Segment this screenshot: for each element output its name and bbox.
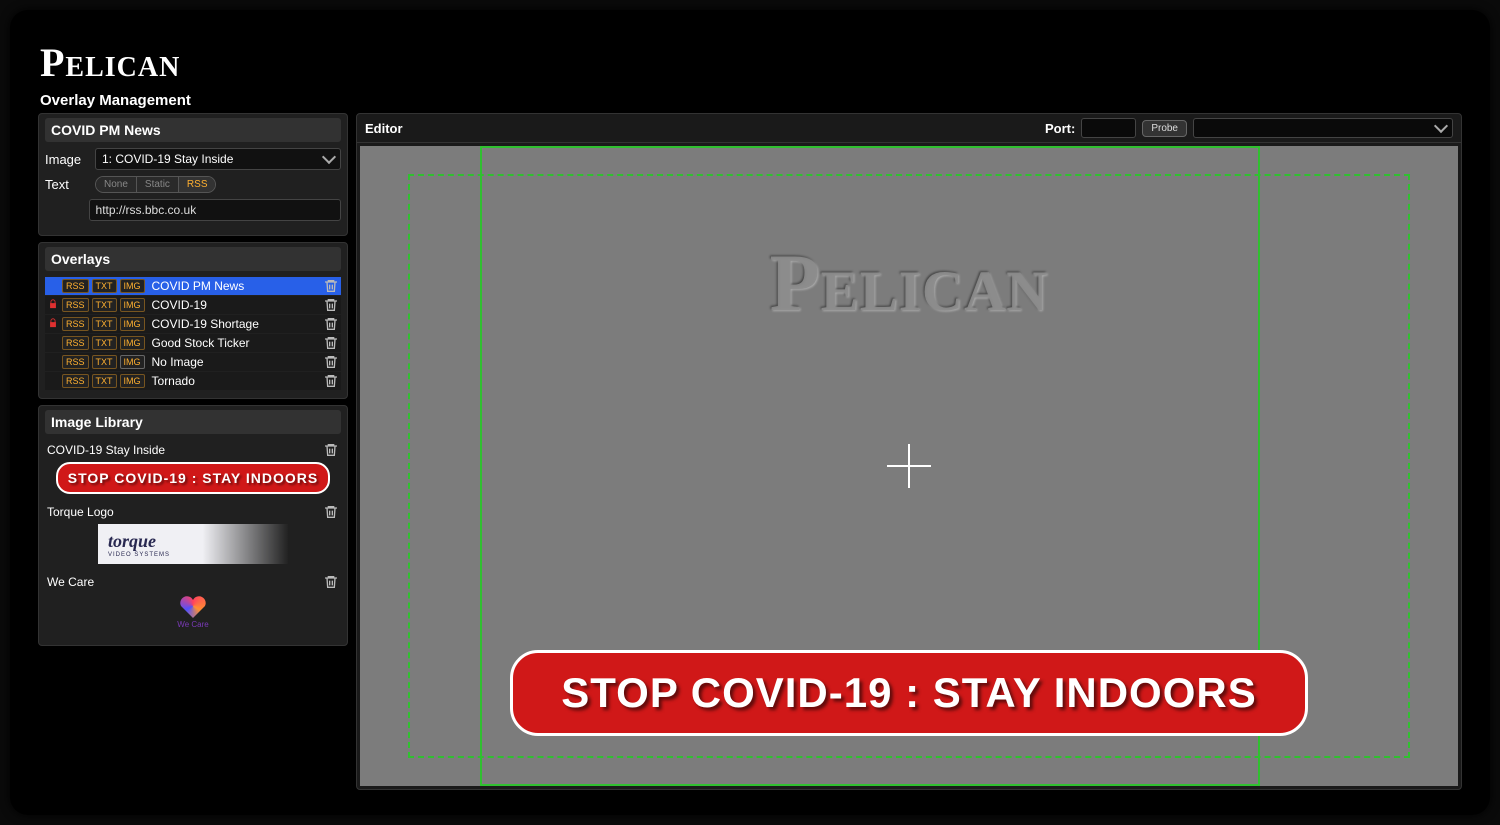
monitor-frame: Pelican Overlay Management COVID PM News… xyxy=(10,10,1490,815)
rss-tag: RSS xyxy=(62,374,89,388)
overlay-row[interactable]: RSSTXTIMG COVID PM News xyxy=(45,277,341,295)
canvas-overlay-banner[interactable]: STOP COVID-19 : STAY INDOORS xyxy=(510,650,1308,736)
app-logo: Pelican xyxy=(38,35,1462,88)
crosshair-icon xyxy=(887,444,931,488)
img-tag: IMG xyxy=(120,279,145,293)
txt-tag: TXT xyxy=(92,336,117,350)
img-tag: IMG xyxy=(120,355,145,369)
overlay-name: Tornado xyxy=(152,374,320,388)
text-mode-segmented: None Static RSS xyxy=(95,176,216,193)
overlay-name: COVID PM News xyxy=(152,279,320,293)
txt-tag: TXT xyxy=(92,298,117,312)
trash-icon[interactable] xyxy=(323,297,339,313)
probe-select[interactable] xyxy=(1193,118,1453,138)
port-label: Port: xyxy=(1045,121,1075,136)
image-library-title: Image Library xyxy=(45,410,341,434)
page-title: Overlay Management xyxy=(38,88,1462,113)
text-mode-none[interactable]: None xyxy=(96,177,137,192)
library-item-name: We Care xyxy=(47,575,94,589)
library-item[interactable]: Torque Logo torqueVIDEO SYSTEMS xyxy=(45,502,341,564)
rss-tag: RSS xyxy=(62,336,89,350)
overlays-panel-title: Overlays xyxy=(45,247,341,271)
txt-tag: TXT xyxy=(92,317,117,331)
library-item-name: COVID-19 Stay Inside xyxy=(47,443,165,457)
txt-tag: TXT xyxy=(92,279,117,293)
trash-icon[interactable] xyxy=(323,373,339,389)
txt-tag: TXT xyxy=(92,374,117,388)
overlay-name: COVID-19 xyxy=(152,298,320,312)
rss-tag: RSS xyxy=(62,279,89,293)
txt-tag: TXT xyxy=(92,355,117,369)
lock-icon xyxy=(47,318,59,331)
trash-icon[interactable] xyxy=(323,574,339,590)
overlay-row[interactable]: RSSTXTIMG COVID-19 Shortage xyxy=(45,315,341,333)
overlay-name: COVID-19 Shortage xyxy=(152,317,320,331)
left-sidebar: COVID PM News Image 1: COVID-19 Stay Ins… xyxy=(38,113,348,790)
trash-icon[interactable] xyxy=(323,442,339,458)
img-tag: IMG xyxy=(120,374,145,388)
trash-icon[interactable] xyxy=(323,335,339,351)
text-label: Text xyxy=(45,177,87,192)
overlay-row[interactable]: RSSTXTIMG COVID-19 xyxy=(45,296,341,314)
overlay-name: No Image xyxy=(152,355,320,369)
rss-tag: RSS xyxy=(62,317,89,331)
lock-icon xyxy=(47,299,59,312)
app-screen: Pelican Overlay Management COVID PM News… xyxy=(38,35,1462,790)
overlay-config-panel: COVID PM News Image 1: COVID-19 Stay Ins… xyxy=(38,113,348,236)
rss-tag: RSS xyxy=(62,355,89,369)
overlay-row[interactable]: RSSTXTIMG Tornado xyxy=(45,372,341,390)
editor-toolbar: Editor Port: Probe xyxy=(357,114,1461,143)
trash-icon[interactable] xyxy=(323,278,339,294)
library-preview-wecare: We Care xyxy=(177,594,208,629)
overlay-name: Good Stock Ticker xyxy=(152,336,320,350)
overlay-row[interactable]: RSSTXTIMG Good Stock Ticker xyxy=(45,334,341,352)
library-item[interactable]: We Care We Care xyxy=(45,572,341,629)
image-select[interactable]: 1: COVID-19 Stay Inside xyxy=(95,148,341,170)
trash-icon[interactable] xyxy=(323,316,339,332)
library-item-name: Torque Logo xyxy=(47,505,114,519)
editor-title: Editor xyxy=(365,121,403,136)
overlay-row[interactable]: RSSTXTIMG No Image xyxy=(45,353,341,371)
rss-tag: RSS xyxy=(62,298,89,312)
text-mode-rss[interactable]: RSS xyxy=(179,177,216,192)
port-input[interactable] xyxy=(1081,118,1136,138)
probe-button[interactable]: Probe xyxy=(1142,120,1187,137)
library-item[interactable]: COVID-19 Stay Inside STOP COVID-19 : STAY… xyxy=(45,440,341,494)
img-tag: IMG xyxy=(120,336,145,350)
text-mode-static[interactable]: Static xyxy=(137,177,179,192)
library-preview-banner: STOP COVID-19 : STAY INDOORS xyxy=(56,462,331,494)
editor-panel: Editor Port: Probe Pelican STOP COVID-19… xyxy=(356,113,1462,790)
img-tag: IMG xyxy=(120,298,145,312)
canvas-watermark: Pelican xyxy=(360,236,1458,330)
img-tag: IMG xyxy=(120,317,145,331)
rss-url-input[interactable] xyxy=(89,199,341,221)
editor-canvas[interactable]: Pelican STOP COVID-19 : STAY INDOORS xyxy=(360,146,1458,786)
trash-icon[interactable] xyxy=(323,354,339,370)
image-label: Image xyxy=(45,152,87,167)
image-library-panel: Image Library COVID-19 Stay Inside STOP C… xyxy=(38,405,348,646)
overlay-config-title: COVID PM News xyxy=(45,118,341,142)
overlays-panel: Overlays RSSTXTIMGCOVID PM NewsRSSTXTIMG… xyxy=(38,242,348,399)
trash-icon[interactable] xyxy=(323,504,339,520)
library-preview-torque: torqueVIDEO SYSTEMS xyxy=(98,524,288,564)
